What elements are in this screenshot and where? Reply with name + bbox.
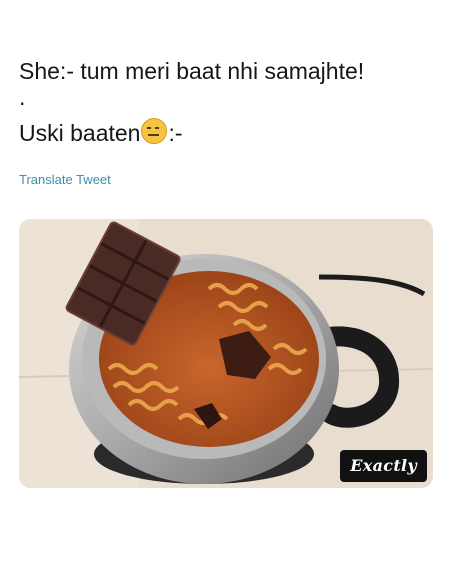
tweet-image[interactable]: Exactly: [19, 219, 433, 488]
kettle-noodles-chocolate-photo: [19, 219, 433, 488]
exactly-caption-badge: Exactly: [340, 450, 427, 482]
translate-tweet-link[interactable]: Translate Tweet: [19, 172, 111, 187]
expressionless-face-emoji-icon: [141, 118, 168, 144]
tweet-line-2-text: Uski baaten: [19, 120, 141, 146]
tweet-dot-line: .: [19, 84, 26, 110]
tweet-line-2: Uski baaten :-: [19, 118, 183, 148]
tweet-line-1: She:- tum meri baat nhi samajhte!: [19, 58, 365, 84]
tweet-line-2-suffix: :-: [168, 120, 183, 146]
